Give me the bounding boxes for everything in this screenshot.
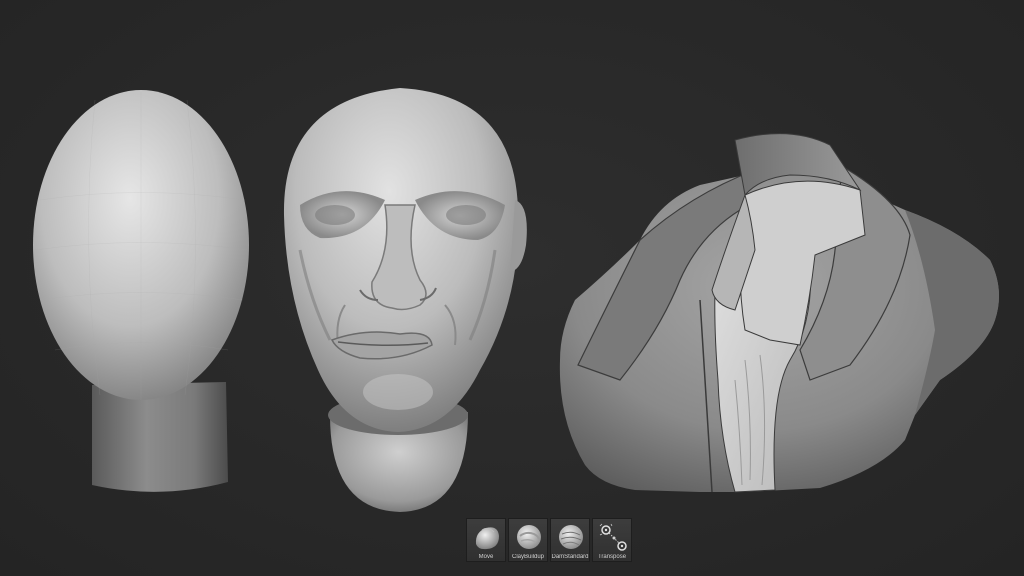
transpose-icon [599,523,627,551]
sculpt-viewport[interactable]: Move ClayBuildup DamStandard Transpose [0,0,1024,576]
claybuildup-brush-icon [517,525,541,549]
damstandard-brush-label: DamStandard [551,554,589,560]
face-chin [363,374,433,410]
right-eye [446,205,486,225]
sculpted-face-model[interactable] [283,88,527,512]
transpose-button[interactable]: Transpose [592,518,632,562]
brush-shelf: Move ClayBuildup DamStandard Transpose [466,518,632,562]
jacket-bust-model[interactable] [559,133,999,493]
move-brush-button[interactable]: Move [466,518,506,562]
left-eye [315,205,355,225]
transpose-label: Transpose [597,554,627,560]
claybuildup-brush-label: ClayBuildup [511,554,545,560]
claybuildup-brush-button[interactable]: ClayBuildup [508,518,548,562]
move-brush-icon [475,527,499,550]
mannequin-head-model[interactable] [33,90,249,492]
mannequin-neck[interactable] [92,382,228,492]
damstandard-brush-button[interactable]: DamStandard [550,518,590,562]
move-brush-label: Move [478,554,494,560]
damstandard-brush-icon [559,525,583,549]
viewport-canvas[interactable] [0,0,1024,576]
